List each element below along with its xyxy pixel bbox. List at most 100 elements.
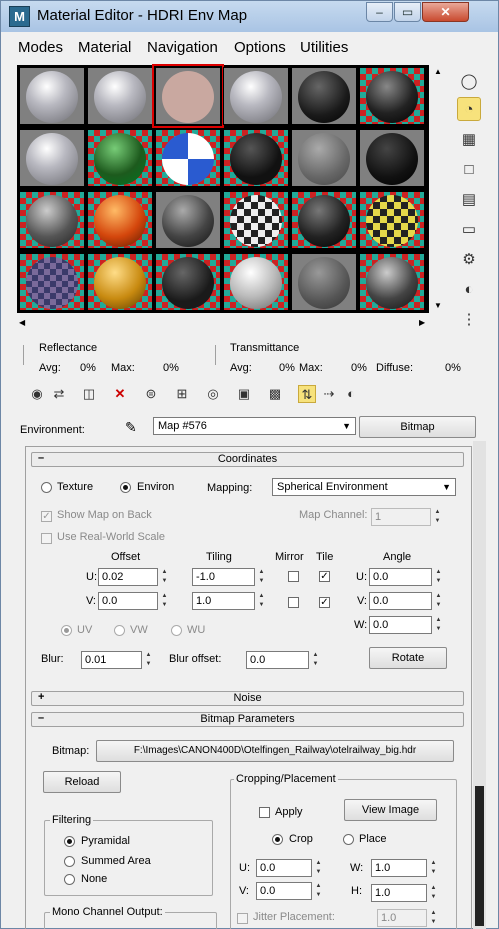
v-tiling-input[interactable]: 1.0 <box>192 592 255 610</box>
blur-offset-spinner[interactable]: ▲ ▼ <box>311 651 320 669</box>
eyedropper-icon[interactable]: ✎ <box>125 419 137 436</box>
v-offset-spinner[interactable]: ▲ ▼ <box>160 592 169 610</box>
sample-slot[interactable] <box>87 253 153 311</box>
vw-radio[interactable] <box>114 625 125 636</box>
crop-v-input[interactable]: 0.0 <box>256 882 312 900</box>
menu-modes[interactable]: Modes <box>18 39 63 56</box>
show-end-result-icon[interactable]: ▩ <box>266 385 284 403</box>
sample-slot[interactable] <box>291 253 357 311</box>
sample-slot[interactable] <box>223 67 289 125</box>
v-offset-input[interactable]: 0.0 <box>98 592 158 610</box>
sample-type-icon[interactable]: ◯ <box>457 69 481 93</box>
scroll-down-arrow-icon[interactable]: ▼ <box>434 301 442 310</box>
sample-slot[interactable] <box>359 67 425 125</box>
sample-slot[interactable] <box>155 191 221 249</box>
crop-w-input[interactable]: 1.0 <box>371 859 427 877</box>
blur-input[interactable]: 0.01 <box>81 651 142 669</box>
slots-vertical-scrollbar[interactable]: ▲ ▼ <box>430 65 447 313</box>
background-toggle-icon[interactable]: ◐ <box>342 385 360 403</box>
show-map-on-back-checkbox[interactable]: ✓ <box>41 511 52 522</box>
map-channel-spinner[interactable]: ▲ ▼ <box>433 508 442 526</box>
pyramidal-radio[interactable] <box>64 836 75 847</box>
w-angle-input[interactable]: 0.0 <box>369 616 432 634</box>
scroll-up-arrow-icon[interactable]: ▲ <box>434 67 442 76</box>
u-mirror-checkbox[interactable] <box>288 571 299 582</box>
crop-radio[interactable] <box>272 834 283 845</box>
environ-radio[interactable] <box>120 482 131 493</box>
coordinates-rollout-header[interactable]: – Coordinates <box>31 452 464 467</box>
none-radio[interactable] <box>64 874 75 885</box>
uv-radio[interactable] <box>61 625 72 636</box>
jitter-placement-spinner[interactable]: ▲ ▼ <box>429 909 438 927</box>
environment-map-dropdown[interactable]: Map #576 ▼ <box>153 417 356 435</box>
map-channel-input[interactable]: 1 <box>371 508 431 526</box>
background-icon[interactable]: ▦ <box>457 127 481 151</box>
v-angle-spinner[interactable]: ▲ ▼ <box>434 592 443 610</box>
backlight-icon[interactable]: ◔ <box>457 97 481 121</box>
crop-v-spinner[interactable]: ▲ ▼ <box>314 882 323 900</box>
sample-slot[interactable] <box>155 253 221 311</box>
slots-horizontal-scrollbar[interactable]: ◀ ▶ <box>17 315 429 332</box>
make-preview-icon[interactable]: ▭ <box>457 217 481 241</box>
make-unique-icon[interactable]: ⊜ <box>142 385 160 403</box>
jitter-placement-checkbox[interactable] <box>237 913 248 924</box>
maximize-button[interactable]: ▭ <box>394 2 421 22</box>
u-tiling-input[interactable]: -1.0 <box>192 568 255 586</box>
mapping-dropdown[interactable]: Spherical Environment ▼ <box>272 478 456 496</box>
crop-u-spinner[interactable]: ▲ ▼ <box>314 859 323 877</box>
summed-area-radio[interactable] <box>64 856 75 867</box>
sample-slot[interactable] <box>19 129 85 187</box>
scroll-left-arrow-icon[interactable]: ◀ <box>19 318 25 327</box>
u-angle-spinner[interactable]: ▲ ▼ <box>434 568 443 586</box>
material-id-channel-icon[interactable]: ◎ <box>204 385 222 403</box>
u-tile-checkbox[interactable]: ✓ <box>319 571 330 582</box>
reset-map-icon[interactable]: ✕ <box>111 385 129 403</box>
u-angle-input[interactable]: 0.0 <box>369 568 432 586</box>
wu-radio[interactable] <box>171 625 182 636</box>
panel-scrollbar[interactable] <box>473 441 486 929</box>
sample-slot[interactable] <box>19 67 85 125</box>
title-bar[interactable]: M Material Editor - HDRI Env Map – ▭ ✕ <box>1 1 498 32</box>
u-offset-input[interactable]: 0.02 <box>98 568 158 586</box>
bitmap-parameters-rollout-header[interactable]: – Bitmap Parameters <box>31 712 464 727</box>
sample-slot[interactable] <box>223 253 289 311</box>
close-button[interactable]: ✕ <box>422 2 469 22</box>
put-to-scene-icon[interactable]: ⇄ <box>50 385 68 403</box>
place-radio[interactable] <box>343 834 354 845</box>
menu-utilities[interactable]: Utilities <box>300 39 348 56</box>
scroll-right-arrow-icon[interactable]: ▶ <box>419 318 425 327</box>
get-material-icon[interactable]: ◉ <box>28 385 46 403</box>
sample-slot[interactable] <box>223 191 289 249</box>
app-icon[interactable]: M <box>9 6 30 27</box>
noise-rollout-header[interactable]: + Noise <box>31 691 464 706</box>
menu-options[interactable]: Options <box>234 39 286 56</box>
sample-slot[interactable] <box>19 253 85 311</box>
sample-slot[interactable] <box>87 67 153 125</box>
minimize-button[interactable]: – <box>366 2 393 22</box>
select-by-material-icon[interactable]: ◐ <box>457 277 481 301</box>
sample-slot[interactable] <box>223 129 289 187</box>
sample-slot[interactable] <box>359 253 425 311</box>
bitmap-path-button[interactable]: F:\Images\CANON400D\Otelfingen_Railway\o… <box>96 740 454 762</box>
crop-u-input[interactable]: 0.0 <box>256 859 312 877</box>
v-angle-input[interactable]: 0.0 <box>369 592 432 610</box>
go-to-parent-icon[interactable]: ⇅ <box>298 385 316 403</box>
view-image-button[interactable]: View Image <box>344 799 437 821</box>
w-angle-spinner[interactable]: ▲ ▼ <box>434 616 443 634</box>
v-tile-checkbox[interactable]: ✓ <box>319 597 330 608</box>
sample-slot[interactable] <box>291 191 357 249</box>
rotate-button[interactable]: Rotate <box>369 647 447 669</box>
reload-button[interactable]: Reload <box>43 771 121 793</box>
assign-to-selection-icon[interactable]: ◫ <box>80 385 98 403</box>
crop-h-spinner[interactable]: ▲ ▼ <box>429 884 438 902</box>
sample-slot[interactable] <box>291 129 357 187</box>
sample-slot[interactable] <box>87 191 153 249</box>
menu-navigation[interactable]: Navigation <box>147 39 218 56</box>
blur-offset-input[interactable]: 0.0 <box>246 651 309 669</box>
u-offset-spinner[interactable]: ▲ ▼ <box>160 568 169 586</box>
sample-uv-tiling-icon[interactable]: □ <box>457 157 481 181</box>
sample-slot[interactable] <box>19 191 85 249</box>
sample-slot[interactable] <box>291 67 357 125</box>
sample-slot[interactable] <box>87 129 153 187</box>
material-map-navigator-icon[interactable]: ⋮ <box>457 307 481 331</box>
